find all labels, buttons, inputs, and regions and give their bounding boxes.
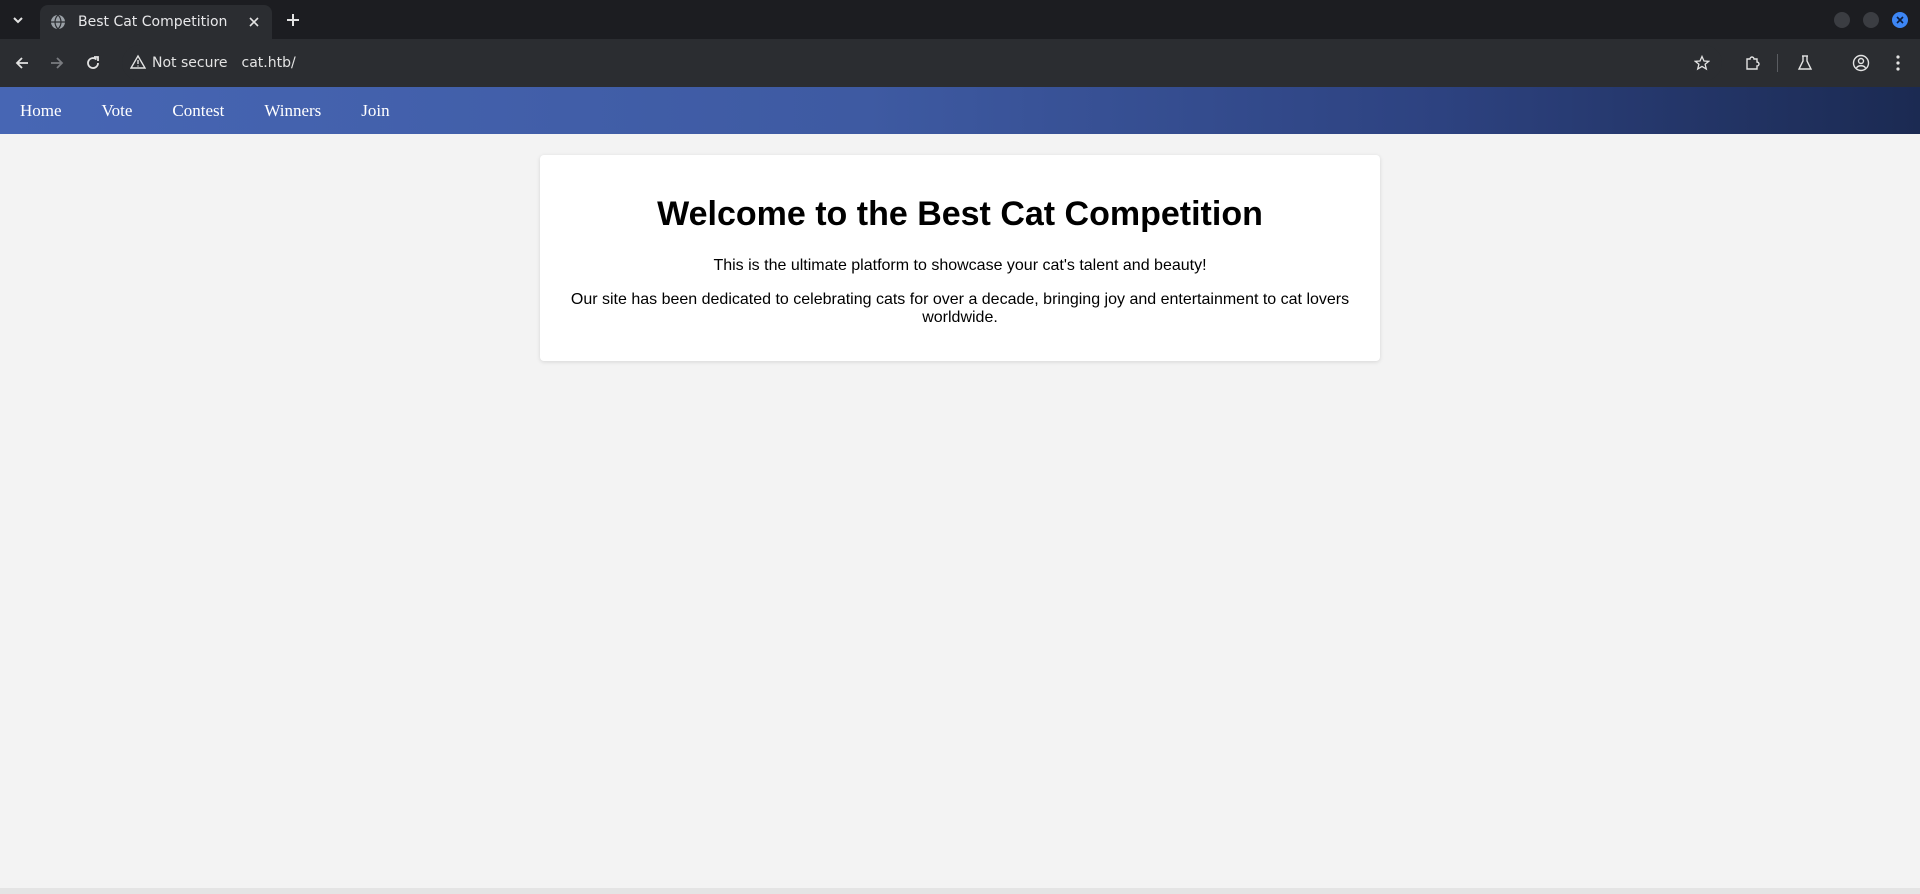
plus-icon	[287, 14, 299, 26]
reload-icon	[87, 56, 99, 69]
description-text: Our site has been dedicated to celebrati…	[570, 291, 1350, 326]
toolbar-divider	[1777, 54, 1778, 72]
maximize-button[interactable]	[1863, 12, 1879, 28]
back-button[interactable]	[10, 51, 34, 75]
nav-link-join[interactable]: Join	[361, 101, 389, 121]
new-tab-button[interactable]	[282, 9, 304, 31]
puzzle-icon	[1746, 56, 1760, 70]
reload-button[interactable]	[81, 51, 105, 75]
nav-link-winners[interactable]: Winners	[264, 101, 321, 121]
nav-link-home[interactable]: Home	[20, 101, 62, 121]
star-icon	[1694, 55, 1710, 71]
arrow-left-icon	[15, 57, 28, 69]
close-tab-icon[interactable]	[244, 12, 264, 32]
welcome-card: Welcome to the Best Cat Competition This…	[540, 155, 1380, 361]
site-navbar: Home Vote Contest Winners Join	[0, 87, 1920, 134]
address-bar[interactable]: Not secure cat.htb/	[122, 45, 1722, 81]
globe-icon	[50, 14, 66, 30]
arrow-right-icon	[51, 57, 64, 69]
chevron-down-icon	[13, 17, 23, 24]
page-title: Welcome to the Best Cat Competition	[657, 195, 1263, 233]
warning-icon	[130, 54, 148, 72]
account-icon	[1852, 54, 1870, 72]
minimize-button[interactable]	[1834, 12, 1850, 28]
browser-tab-strip: Best Cat Competition	[0, 0, 1920, 39]
labs-button[interactable]	[1793, 51, 1817, 75]
flask-icon	[1797, 55, 1813, 70]
profile-button[interactable]	[1849, 51, 1873, 75]
intro-text: This is the ultimate platform to showcas…	[713, 257, 1207, 274]
nav-link-contest[interactable]: Contest	[172, 101, 224, 121]
close-window-button[interactable]	[1892, 12, 1908, 28]
browser-menu-button[interactable]	[1886, 51, 1910, 75]
more-vertical-icon	[1896, 55, 1900, 71]
tab-title: Best Cat Competition	[78, 14, 228, 30]
browser-toolbar: Not secure cat.htb/	[0, 39, 1920, 87]
security-status[interactable]: Not secure	[152, 55, 228, 71]
close-icon	[1896, 16, 1904, 24]
active-tab[interactable]: Best Cat Competition	[40, 5, 272, 39]
horizontal-scrollbar[interactable]	[0, 888, 1920, 894]
forward-button[interactable]	[45, 51, 69, 75]
tab-search-button[interactable]	[6, 8, 30, 32]
extensions-button[interactable]	[1740, 51, 1764, 75]
bookmark-star-button[interactable]	[1690, 51, 1714, 75]
url-text[interactable]: cat.htb/	[242, 55, 296, 71]
nav-link-vote[interactable]: Vote	[102, 101, 133, 121]
